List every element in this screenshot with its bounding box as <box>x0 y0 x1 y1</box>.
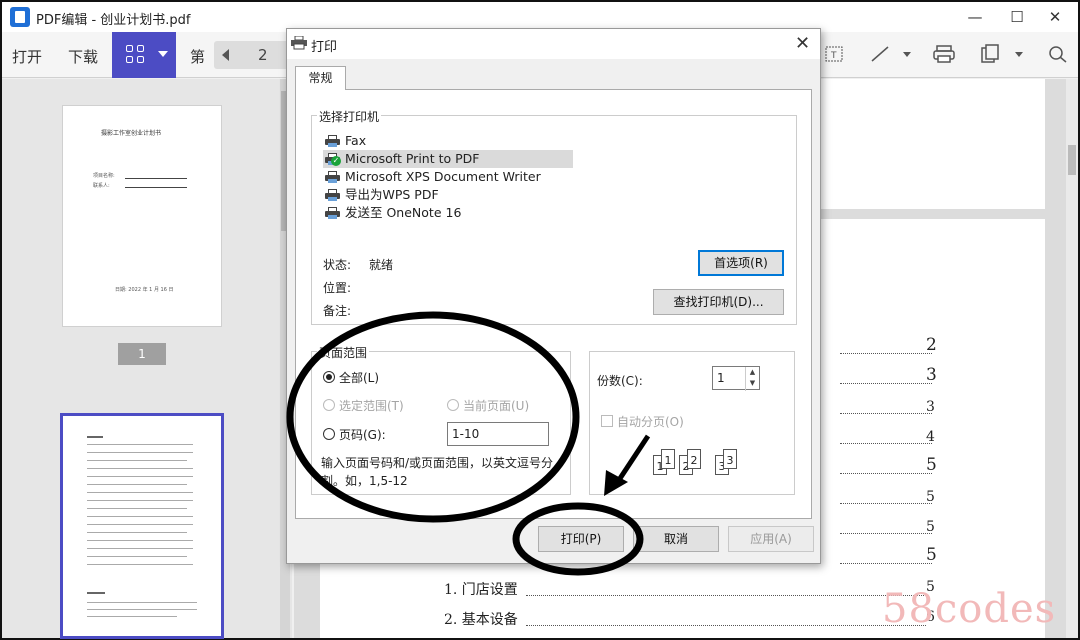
dialog-close-button[interactable]: ✕ <box>795 33 810 54</box>
preferences-button[interactable]: 首选项(R) <box>698 250 784 276</box>
thumbnail-line: 项目名称: <box>93 173 115 179</box>
printer-item[interactable]: 导出为WPS PDF <box>323 186 573 204</box>
page-thumbnail-2[interactable] <box>60 413 224 639</box>
dialog-title: 打印 <box>311 40 338 55</box>
fax-icon <box>325 135 341 147</box>
print-dialog: 打印 ✕ 常规 选择打印机 Fax ✓ Microsoft Print to P… <box>286 28 821 564</box>
minimize-button[interactable]: — <box>960 6 990 28</box>
printer-icon <box>325 189 341 201</box>
status-value: 就绪 <box>369 258 394 272</box>
chevron-down-icon[interactable]: ▼ <box>746 378 759 389</box>
thumbnail-rule <box>125 187 187 188</box>
dialog-title-bar: 打印 ✕ <box>287 29 820 59</box>
range-current-radio[interactable] <box>447 399 459 411</box>
search-icon[interactable] <box>1046 44 1070 66</box>
toc-page-number: 5 <box>926 519 935 535</box>
range-current-label[interactable]: 当前页面(U) <box>463 397 529 414</box>
printer-item-selected[interactable]: ✓ Microsoft Print to PDF <box>323 150 573 168</box>
svg-text:T: T <box>830 51 837 61</box>
line-tool-icon[interactable] <box>868 44 892 66</box>
document-scroll-handle[interactable] <box>1068 145 1076 175</box>
close-window-button[interactable]: ✕ <box>1040 6 1070 28</box>
toc-page-number: 5 <box>926 545 937 565</box>
collate-checkbox[interactable] <box>601 415 613 427</box>
toc-page-number: 5 <box>926 455 937 475</box>
printer-item[interactable]: 发送至 OneNote 16 <box>323 204 573 222</box>
chevron-down-icon[interactable] <box>158 51 168 57</box>
toc-page-number: 5 <box>926 489 935 505</box>
print-icon[interactable] <box>932 44 956 66</box>
page-thumbnail-1[interactable]: 摄影工作室创业计划书 项目名称: 联系人: 日期: 2022 年 1 月 16 … <box>62 105 222 327</box>
printer-item[interactable]: Fax <box>323 132 573 150</box>
range-selection-label[interactable]: 选定范围(T) <box>339 397 404 414</box>
range-selection-radio[interactable] <box>323 399 335 411</box>
maximize-button[interactable]: ☐ <box>1002 6 1032 28</box>
collate-label[interactable]: 自动分页(O) <box>617 413 684 430</box>
printer-icon <box>291 35 307 50</box>
toc-page-number: 3 <box>926 365 937 385</box>
tab-general[interactable]: 常规 <box>295 66 346 90</box>
thumbnail-rule <box>125 178 187 179</box>
copies-label: 份数(C): <box>597 374 643 388</box>
thumbnail-sidebar: 摄影工作室创业计划书 项目名称: 联系人: 日期: 2022 年 1 月 16 … <box>2 79 292 639</box>
pdf-app-icon <box>10 7 30 27</box>
window-title: PDF编辑 - 创业计划书.pdf <box>36 13 191 28</box>
page-range-label: 页面范围 <box>317 344 370 361</box>
location-label: 位置: <box>323 281 352 295</box>
grid-icon <box>126 45 144 63</box>
page-navigator: 2 <box>214 41 290 69</box>
printer-item[interactable]: Microsoft XPS Document Writer <box>323 168 573 186</box>
apply-button[interactable]: 应用(A) <box>728 526 814 552</box>
text-box-icon[interactable]: T <box>822 44 846 66</box>
page-badge: 1 <box>118 343 166 365</box>
export-icon[interactable] <box>978 44 1002 66</box>
thumbnail-title: 摄影工作室创业计划书 <box>101 130 162 137</box>
document-scrollbar[interactable] <box>1066 79 1078 638</box>
comment-label: 备注: <box>323 304 352 318</box>
toc-entry: 1. 门店设置 <box>444 582 518 598</box>
default-printer-icon: ✓ <box>325 153 341 166</box>
range-pages-radio[interactable] <box>323 428 335 440</box>
page-range-hint: 输入页面号码和/或页面范围，以英文逗号分割。如，1,5-12 <box>321 456 554 488</box>
download-button[interactable]: 下载 <box>68 46 98 67</box>
thumbnail-view-button[interactable] <box>112 32 176 78</box>
open-button[interactable]: 打开 <box>12 46 42 67</box>
chevron-down-icon[interactable] <box>1012 44 1026 66</box>
copies-spinner[interactable]: ▲ ▼ <box>745 367 759 391</box>
select-printer-label: 选择打印机 <box>317 108 382 125</box>
find-printer-button[interactable]: 查找打印机(D)... <box>653 289 784 315</box>
print-button[interactable]: 打印(P) <box>538 526 624 552</box>
printer-icon <box>325 171 341 183</box>
chevron-up-icon[interactable]: ▲ <box>746 367 759 378</box>
copies-input[interactable]: 1 ▲ ▼ <box>712 366 760 391</box>
printer-icon <box>325 207 341 219</box>
thumbnail-line: 联系人: <box>93 183 110 189</box>
thumbnail-date: 日期: 2022 年 1 月 16 日 <box>115 287 174 293</box>
page-range-input[interactable]: 1-10 <box>447 422 549 446</box>
previous-page-icon[interactable] <box>222 49 229 61</box>
toc-entry: 2. 基本设备 <box>444 612 518 628</box>
range-all-radio[interactable] <box>323 371 335 383</box>
page-prefix-label: 第 <box>190 48 206 66</box>
range-all-label[interactable]: 全部(L) <box>339 369 379 386</box>
toc-page-number: 2 <box>926 335 937 355</box>
chevron-down-icon[interactable] <box>900 44 914 66</box>
watermark: 58codes <box>882 586 1057 632</box>
cancel-button[interactable]: 取消 <box>633 526 719 552</box>
status-label: 状态: <box>323 258 352 272</box>
range-pages-label[interactable]: 页码(G): <box>339 426 386 443</box>
toc-page-number: 4 <box>926 429 935 445</box>
toc-page-number: 3 <box>926 399 935 415</box>
page-number-input[interactable]: 2 <box>258 46 268 64</box>
